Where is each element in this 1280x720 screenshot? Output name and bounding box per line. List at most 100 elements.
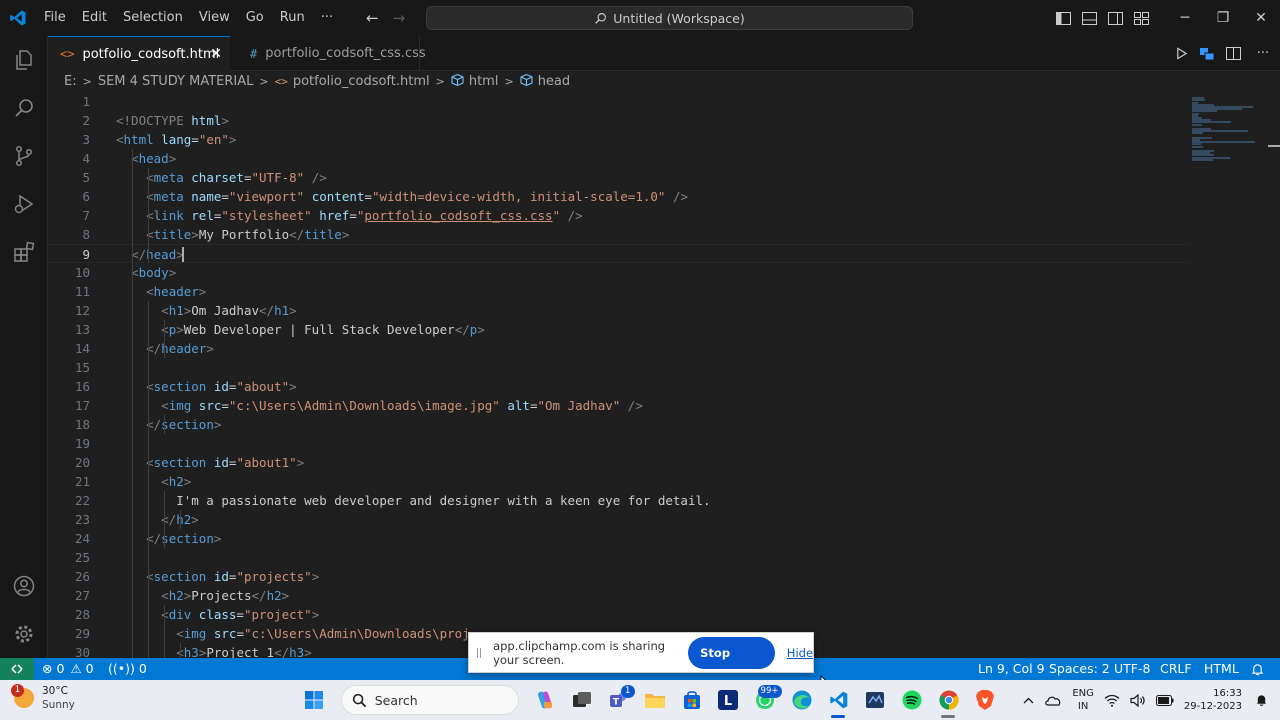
code-line[interactable]: 9 </head>: [48, 244, 1188, 263]
menu-more[interactable]: ···: [313, 0, 341, 36]
toggle-secondary-sidebar-icon[interactable]: [1102, 0, 1128, 36]
whatsapp-icon[interactable]: 99+: [747, 680, 784, 720]
breadcrumb-folder[interactable]: SEM 4 STUDY MATERIAL: [98, 74, 254, 89]
wifi-icon[interactable]: [1099, 680, 1125, 720]
code-line[interactable]: 13 <p>Web Developer | Full Stack Develop…: [48, 320, 1188, 339]
menu-view[interactable]: View: [191, 0, 238, 36]
menu-selection[interactable]: Selection: [115, 0, 191, 36]
show-hidden-icons-icon[interactable]: [1018, 680, 1039, 720]
chrome-icon[interactable]: [930, 680, 967, 720]
extensions-icon[interactable]: [0, 228, 48, 276]
menu-file[interactable]: File: [36, 0, 74, 36]
menu-run[interactable]: Run: [272, 0, 313, 36]
toggle-panel-icon[interactable]: [1076, 0, 1102, 36]
code-line[interactable]: 21 <h2>: [48, 472, 1188, 491]
code-line[interactable]: 7 <link rel="stylesheet" href="portfolio…: [48, 206, 1188, 225]
code-line[interactable]: 14 </header>: [48, 339, 1188, 358]
close-tab-icon[interactable]: ✕: [210, 46, 222, 62]
code-line[interactable]: 25: [48, 548, 1188, 567]
notifications-bell-icon[interactable]: [1251, 658, 1264, 680]
spotify-icon[interactable]: [894, 680, 931, 720]
code-line[interactable]: 1: [48, 92, 1188, 111]
start-button[interactable]: [296, 680, 333, 720]
code-line[interactable]: 17 <img src="c:\Users\Admin\Downloads\im…: [48, 396, 1188, 415]
code-line[interactable]: 23 </h2>: [48, 510, 1188, 529]
restore-button[interactable]: ❐: [1204, 0, 1242, 36]
cursor-position[interactable]: Ln 9, Col 9: [978, 658, 1045, 680]
code-line[interactable]: 10 <body>: [48, 263, 1188, 282]
search-view-icon[interactable]: [0, 84, 48, 132]
code-line[interactable]: 18 </section>: [48, 415, 1188, 434]
battery-icon[interactable]: [1151, 680, 1179, 720]
minimize-button[interactable]: ─: [1166, 0, 1204, 36]
clock[interactable]: 16:33 29-12-2023: [1179, 680, 1250, 720]
close-window-button[interactable]: ✕: [1242, 0, 1280, 36]
language-indicator[interactable]: ENG IN: [1067, 680, 1099, 720]
copilot-icon[interactable]: [527, 680, 564, 720]
indentation-setting[interactable]: Spaces: 2: [1049, 658, 1110, 680]
microsoft-store-icon[interactable]: [673, 680, 710, 720]
app-l-icon[interactable]: L: [710, 680, 747, 720]
code-line[interactable]: 15: [48, 358, 1188, 377]
customize-layout-icon[interactable]: [1128, 0, 1154, 36]
manage-gear-icon[interactable]: [0, 610, 48, 658]
code-line[interactable]: 27 <h2>Projects</h2>: [48, 586, 1188, 605]
taskbar-search[interactable]: Search: [340, 685, 519, 715]
breadcrumb-symbol-html[interactable]: html: [469, 74, 499, 89]
code-line[interactable]: 19: [48, 434, 1188, 453]
remote-indicator-icon[interactable]: [0, 658, 34, 680]
tab-potfolio-html[interactable]: <> potfolio_codsoft.html ✕: [48, 36, 230, 71]
teams-icon[interactable]: T 1: [600, 680, 637, 720]
code-line[interactable]: 6 <meta name="viewport" content="width=d…: [48, 187, 1188, 206]
menu-edit[interactable]: Edit: [74, 0, 115, 36]
code-line[interactable]: 3 <html lang="en">: [48, 130, 1188, 149]
app-window-icon[interactable]: [857, 680, 894, 720]
drag-handle-icon[interactable]: [477, 647, 483, 658]
code-line[interactable]: 4 <head>: [48, 149, 1188, 168]
code-line[interactable]: 22 I'm a passionate web developer and de…: [48, 491, 1188, 510]
menu-go[interactable]: Go: [238, 0, 272, 36]
onedrive-cloud-icon[interactable]: [1039, 680, 1067, 720]
notification-center-bell-icon[interactable]: [1250, 680, 1280, 720]
breadcrumb-drive[interactable]: E:: [64, 74, 77, 89]
breadcrumb-symbol-head[interactable]: head: [538, 74, 570, 89]
forward-arrow-icon[interactable]: →: [393, 9, 406, 27]
stop-sharing-button[interactable]: Stop sharing: [688, 636, 775, 692]
accounts-icon[interactable]: [0, 562, 48, 610]
command-center[interactable]: Untitled (Workspace): [426, 6, 913, 30]
code-line[interactable]: 26 <section id="projects">: [48, 567, 1188, 586]
run-file-icon[interactable]: [1168, 36, 1194, 71]
language-mode[interactable]: HTML: [1204, 658, 1239, 680]
hide-banner-link[interactable]: Hide: [787, 646, 813, 660]
brave-icon[interactable]: [967, 680, 1004, 720]
problems-indicator[interactable]: ⊗ 0 ⚠ 0: [42, 658, 94, 680]
split-editor-icon[interactable]: [1220, 36, 1246, 71]
weather-widget[interactable]: 1 30°C Sunny: [11, 684, 75, 712]
encoding-setting[interactable]: UTF-8: [1114, 658, 1150, 680]
code-line[interactable]: 16 <section id="about">: [48, 377, 1188, 396]
breadcrumb-file[interactable]: potfolio_codsoft.html: [293, 74, 430, 89]
more-actions-icon[interactable]: ···: [1246, 36, 1280, 71]
eol-setting[interactable]: CRLF: [1160, 658, 1192, 680]
toggle-primary-sidebar-icon[interactable]: [1050, 0, 1076, 36]
code-line[interactable]: 28 <div class="project">: [48, 605, 1188, 624]
file-explorer-icon[interactable]: [637, 680, 674, 720]
code-line[interactable]: 11 <header>: [48, 282, 1188, 301]
code-editor[interactable]: 1 2 <!DOCTYPE html> 3 <html lang="en"> 4 <hea…: [48, 92, 1280, 658]
explorer-icon[interactable]: [0, 36, 48, 84]
tab-portfolio-css[interactable]: # portfolio_codsoft_css.css: [230, 36, 426, 71]
code-line[interactable]: 24 </section>: [48, 529, 1188, 548]
live-share-icon[interactable]: [1194, 36, 1220, 71]
vscode-taskbar-icon[interactable]: [820, 680, 857, 720]
volume-icon[interactable]: [1125, 680, 1151, 720]
run-and-debug-icon[interactable]: [0, 180, 48, 228]
code-line[interactable]: 5 <meta charset="UTF-8" />: [48, 168, 1188, 187]
vertical-scrollbar[interactable]: [1266, 92, 1280, 658]
ports-indicator[interactable]: ((•)) 0: [108, 658, 147, 680]
edge-icon[interactable]: [784, 680, 821, 720]
back-arrow-icon[interactable]: ←: [366, 9, 379, 27]
code-line[interactable]: 2 <!DOCTYPE html>: [48, 111, 1188, 130]
minimap[interactable]: [1188, 92, 1268, 658]
task-view-icon[interactable]: [563, 680, 600, 720]
code-line[interactable]: 8 <title>My Portfolio</title>: [48, 225, 1188, 244]
